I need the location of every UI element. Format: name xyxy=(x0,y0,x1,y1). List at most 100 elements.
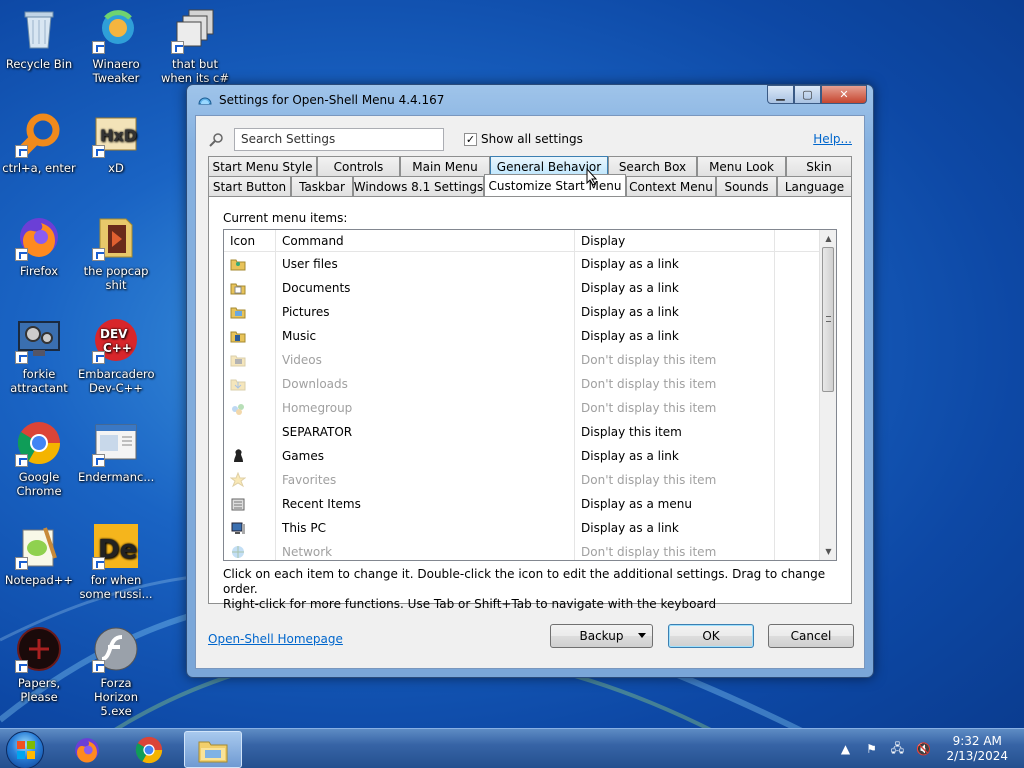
tab-main-menu[interactable]: Main Menu xyxy=(400,156,490,176)
backup-button[interactable]: Backup xyxy=(550,624,653,648)
desktop-icon-winaero[interactable]: Winaero Tweaker xyxy=(78,6,154,85)
column-header-display[interactable]: Display xyxy=(575,230,775,252)
list-item[interactable]: Music Display as a link xyxy=(224,324,820,348)
list-item[interactable]: Games Display as a link xyxy=(224,444,820,468)
close-button[interactable]: ✕ xyxy=(821,85,867,104)
title-bar[interactable]: Settings for Open-Shell Menu 4.4.167 ▁ ▢… xyxy=(187,85,873,115)
network-icon[interactable]: 🖧 xyxy=(888,740,906,758)
checkbox-checked-icon: ✓ xyxy=(464,132,477,146)
list-item[interactable]: Network Don't display this item xyxy=(224,540,820,560)
backup-button-label: Backup xyxy=(579,629,624,643)
desktop-icon-papers-please[interactable]: Papers, Please xyxy=(1,625,77,704)
cancel-button[interactable]: Cancel xyxy=(768,624,854,648)
documents-icon[interactable] xyxy=(230,280,246,296)
ok-button[interactable]: OK xyxy=(668,624,754,648)
homegroup-icon[interactable] xyxy=(230,400,246,416)
this-pc-icon[interactable] xyxy=(230,520,246,536)
dropdown-arrow-icon xyxy=(638,633,646,638)
tab-start-button[interactable]: Start Button xyxy=(208,176,291,196)
desktop-icon-label: Notepad++ xyxy=(4,573,74,587)
open-shell-homepage-link[interactable]: Open-Shell Homepage xyxy=(208,632,343,646)
command-cell: Music xyxy=(282,329,317,343)
desktop-icon-recycle-bin[interactable]: Recycle Bin xyxy=(1,6,77,71)
pictures-icon[interactable] xyxy=(230,304,246,320)
scroll-thumb[interactable] xyxy=(822,247,834,392)
orange-ring-icon xyxy=(15,110,63,158)
list-item[interactable]: Recent Items Display as a menu xyxy=(224,492,820,516)
scroll-up-icon[interactable]: ▲ xyxy=(820,230,836,247)
videos-icon[interactable] xyxy=(230,352,246,368)
minimize-icon: ▁ xyxy=(776,88,785,101)
desktop-icon-popcap[interactable]: the popcap shit xyxy=(78,213,154,292)
games-icon[interactable] xyxy=(230,448,246,464)
desktop-icon-forkie[interactable]: forkie attractant xyxy=(1,316,77,395)
desktop-icon-label: for when some russi... xyxy=(79,573,153,601)
desktop-icon-chrome[interactable]: Google Chrome xyxy=(1,419,77,498)
scroll-down-icon[interactable]: ▼ xyxy=(820,543,836,560)
tab-language[interactable]: Language xyxy=(777,176,852,196)
list-item[interactable]: This PC Display as a link xyxy=(224,516,820,540)
list-item[interactable]: Documents Display as a link xyxy=(224,276,820,300)
show-hidden-icons-icon[interactable]: ▲ xyxy=(836,740,854,758)
user-files-icon[interactable] xyxy=(230,256,246,272)
taskbar-chrome[interactable] xyxy=(120,731,178,768)
desktop-icon-endermanch[interactable]: Endermanc... xyxy=(78,419,154,484)
list-item[interactable]: User files Display as a link xyxy=(224,252,820,276)
display-cell: Don't display this item xyxy=(581,545,717,559)
list-item[interactable]: Videos Don't display this item xyxy=(224,348,820,372)
tab-start-menu-style[interactable]: Start Menu Style xyxy=(208,156,317,176)
maximize-button[interactable]: ▢ xyxy=(794,85,821,104)
list-item[interactable]: Favorites Don't display this item xyxy=(224,468,820,492)
clock[interactable]: 9:32 AM 2/13/2024 xyxy=(946,734,1008,764)
tab-controls[interactable]: Controls xyxy=(317,156,400,176)
tab-windows-81-settings[interactable]: Windows 8.1 Settings xyxy=(353,176,484,196)
desktop-icon-ctrl-a-enter[interactable]: ctrl+a, enter xyxy=(1,110,77,175)
svg-text:HxD: HxD xyxy=(100,126,137,145)
list-item[interactable]: Pictures Display as a link xyxy=(224,300,820,324)
tab-taskbar[interactable]: Taskbar xyxy=(291,176,353,196)
desktop-icon-label: Firefox xyxy=(19,264,59,278)
desktop-icon-notepadpp[interactable]: Notepad++ xyxy=(1,522,77,587)
favorites-icon[interactable] xyxy=(229,471,247,488)
column-header-icon[interactable]: Icon xyxy=(224,230,276,252)
search-input[interactable]: Search Settings xyxy=(234,128,444,151)
tab-customize-start-menu[interactable]: Customize Start Menu xyxy=(484,174,626,196)
list-item[interactable]: SEPARATOR Display this item xyxy=(224,420,820,444)
minimize-button[interactable]: ▁ xyxy=(767,85,794,104)
music-icon[interactable] xyxy=(230,328,246,344)
desktop-icon-for-when-some[interactable]: De for when some russi... xyxy=(78,522,154,601)
tab-search-box[interactable]: Search Box xyxy=(608,156,697,176)
menu-items-list[interactable]: Icon Command Display User files Display a… xyxy=(223,229,837,561)
help-link[interactable]: Help... xyxy=(813,132,852,146)
display-cell: Don't display this item xyxy=(581,377,717,391)
downloads-icon[interactable] xyxy=(230,376,246,392)
desktop-icon-xd[interactable]: HxD xD xyxy=(78,110,154,175)
start-button[interactable] xyxy=(6,731,44,768)
network-icon[interactable] xyxy=(230,544,246,560)
desktop-icon-devcpp[interactable]: DEV C++ Embarcadero Dev-C++ xyxy=(78,316,155,395)
desktop-icon-forza[interactable]: Forza Horizon 5.exe xyxy=(78,625,154,718)
show-all-settings-checkbox[interactable]: ✓ Show all settings xyxy=(464,132,583,146)
chrome-icon xyxy=(135,736,163,763)
tab-context-menu[interactable]: Context Menu xyxy=(626,176,716,196)
stack-icon xyxy=(171,6,219,54)
list-item[interactable]: Downloads Don't display this item xyxy=(224,372,820,396)
action-center-flag-icon[interactable]: ⚑ xyxy=(862,740,880,758)
de-icon: De xyxy=(92,522,140,570)
tab-sounds[interactable]: Sounds xyxy=(716,176,777,196)
desktop-icon-firefox[interactable]: Firefox xyxy=(1,213,77,278)
vertical-scrollbar[interactable]: ▲ ▼ xyxy=(819,230,836,560)
desktop-icon-that-but-when[interactable]: that but when its c# xyxy=(157,6,233,85)
tab-skin[interactable]: Skin xyxy=(786,156,852,176)
recent-items-icon[interactable] xyxy=(230,496,246,512)
windows-logo-icon xyxy=(17,741,35,759)
customize-start-menu-panel: Current menu items: Icon Command Display… xyxy=(208,196,852,611)
volume-muted-icon[interactable]: 🔇 xyxy=(914,740,932,758)
command-cell: User files xyxy=(282,257,338,271)
taskbar-firefox[interactable] xyxy=(58,731,116,768)
list-item[interactable]: Homegroup Don't display this item xyxy=(224,396,820,420)
cancel-button-label: Cancel xyxy=(790,629,832,643)
column-header-command[interactable]: Command xyxy=(276,230,575,252)
taskbar-file-explorer[interactable] xyxy=(184,731,242,768)
tab-menu-look[interactable]: Menu Look xyxy=(697,156,786,176)
